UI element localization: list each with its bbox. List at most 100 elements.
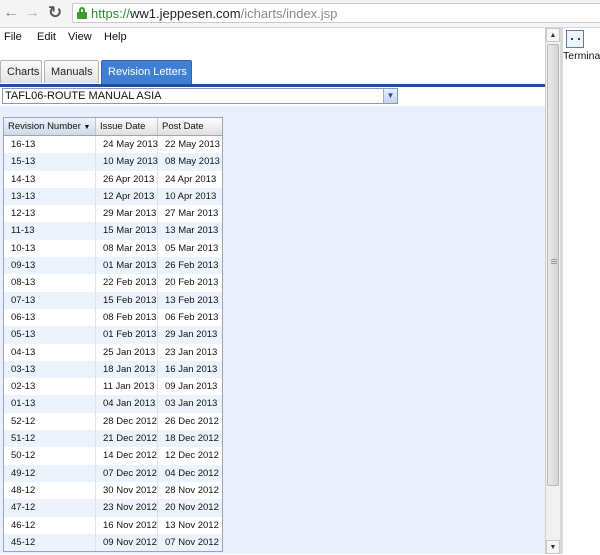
cell-revision-number: 09-13: [4, 257, 96, 275]
table-row[interactable]: 51-12 21 Dec 2012 18 Dec 2012: [4, 430, 222, 448]
scroll-down-icon[interactable]: ▼: [546, 540, 560, 554]
table-row[interactable]: 10-13 08 Mar 2013 05 Mar 2013: [4, 239, 222, 258]
table-row[interactable]: 49-12 07 Dec 2012 04 Dec 2012: [4, 464, 222, 482]
cell-post-date: 26 Dec 2012: [165, 415, 219, 427]
expand-panel-icon[interactable]: [566, 30, 584, 48]
forward-arrow-icon[interactable]: →: [23, 4, 41, 22]
column-header-issue-date[interactable]: Issue Date: [96, 118, 158, 135]
right-panel-label: Terminal: [563, 50, 600, 62]
cell-revision-number: 12-13: [4, 205, 96, 223]
sort-desc-icon: ▼: [83, 124, 91, 131]
menu-bar: File Edit View Help: [0, 28, 545, 48]
right-panel: Terminal: [563, 28, 600, 554]
table-row[interactable]: 08-13 22 Feb 2013 20 Feb 2013: [4, 274, 222, 292]
cell-post-date: 12 Dec 2012: [165, 450, 219, 462]
table-row[interactable]: 07-13 15 Feb 2013 13 Feb 2013: [4, 291, 222, 309]
column-header-post-date[interactable]: Post Date: [158, 118, 222, 135]
cell-revision-number: 52-12: [4, 412, 96, 431]
table-row[interactable]: 06-13 08 Feb 2013 06 Feb 2013: [4, 308, 222, 327]
cell-issue-date: 29 Mar 2013: [96, 205, 158, 223]
cell-issue-date: 25 Jan 2013: [96, 343, 158, 361]
cell-post-date: 28 Nov 2012: [165, 484, 219, 496]
cell-post-date: 13 Nov 2012: [165, 519, 219, 531]
cell-revision-number: 02-13: [4, 378, 96, 396]
cell-revision-number: 03-13: [4, 360, 96, 379]
scrollbar-thumb[interactable]: [547, 44, 559, 486]
menu-view[interactable]: View: [68, 31, 92, 43]
browser-toolbar: ← → ↻ https://ww1.jeppesen.com/icharts/i…: [0, 0, 600, 28]
cell-issue-date: 08 Feb 2013: [96, 308, 158, 327]
table-row[interactable]: 04-13 25 Jan 2013 23 Jan 2013: [4, 343, 222, 361]
table-row[interactable]: 14-13 26 Apr 2013 24 Apr 2013: [4, 170, 222, 188]
cell-issue-date: 07 Dec 2012: [96, 464, 158, 482]
cell-revision-number: 08-13: [4, 274, 96, 292]
table-row[interactable]: 50-12 14 Dec 2012 12 Dec 2012: [4, 447, 222, 465]
manual-select-value: TAFL06-ROUTE MANUAL ASIA: [5, 90, 162, 102]
cell-revision-number: 48-12: [4, 481, 96, 500]
cell-issue-date: 26 Apr 2013: [96, 170, 158, 188]
table-row[interactable]: 13-13 12 Apr 2013 10 Apr 2013: [4, 187, 222, 206]
table-row[interactable]: 52-12 28 Dec 2012 26 Dec 2012: [4, 412, 222, 431]
cell-issue-date: 09 Nov 2012: [96, 533, 158, 552]
back-arrow-icon[interactable]: ←: [2, 4, 20, 22]
chevron-down-icon[interactable]: ▼: [383, 89, 397, 103]
table-row[interactable]: 46-12 16 Nov 2012 13 Nov 2012: [4, 516, 222, 534]
cell-post-date: 03 Jan 2013: [165, 398, 218, 410]
revision-table: Revision Number ▼ Issue Date Post Date 1…: [3, 117, 223, 553]
table-row[interactable]: 03-13 18 Jan 2013 16 Jan 2013: [4, 360, 222, 379]
cell-issue-date: 28 Dec 2012: [96, 412, 158, 431]
menu-edit[interactable]: Edit: [37, 31, 56, 43]
column-header-revision-number[interactable]: Revision Number ▼: [4, 118, 96, 135]
menu-file[interactable]: File: [4, 31, 22, 43]
manual-select[interactable]: TAFL06-ROUTE MANUAL ASIA ▼: [2, 88, 398, 104]
table-row[interactable]: 02-13 11 Jan 2013 09 Jan 2013: [4, 378, 222, 396]
cell-post-date: 27 Mar 2013: [165, 208, 219, 220]
table-row[interactable]: 11-13 15 Mar 2013 13 Mar 2013: [4, 222, 222, 240]
cell-issue-date: 12 Apr 2013: [96, 187, 158, 206]
url-text[interactable]: https://ww1.jeppesen.com/icharts/index.j…: [91, 6, 337, 21]
cell-revision-number: 47-12: [4, 499, 96, 517]
cell-revision-number: 51-12: [4, 430, 96, 448]
cell-issue-date: 11 Jan 2013: [96, 378, 158, 396]
table-row[interactable]: 01-13 04 Jan 2013 03 Jan 2013: [4, 395, 222, 413]
cell-post-date: 16 Jan 2013: [165, 363, 218, 375]
cell-post-date: 26 Feb 2013: [165, 260, 219, 272]
table-row[interactable]: 45-12 09 Nov 2012 07 Nov 2012: [4, 533, 222, 552]
url-path: /icharts/index.jsp: [240, 6, 338, 21]
cell-revision-number: 10-13: [4, 239, 96, 258]
table-row[interactable]: 05-13 01 Feb 2013 29 Jan 2013: [4, 326, 222, 344]
cell-issue-date: 23 Nov 2012: [96, 499, 158, 517]
cell-revision-number: 06-13: [4, 308, 96, 327]
cell-issue-date: 10 May 2013: [96, 153, 158, 171]
cell-revision-number: 01-13: [4, 395, 96, 413]
cell-post-date: 22 May 2013: [165, 139, 220, 150]
cell-issue-date: 24 May 2013: [96, 136, 158, 154]
cell-revision-number: 49-12: [4, 464, 96, 482]
cell-issue-date: 18 Jan 2013: [96, 360, 158, 379]
cell-revision-number: 05-13: [4, 326, 96, 344]
cell-revision-number: 50-12: [4, 447, 96, 465]
tab-revision-letters[interactable]: Revision Letters: [101, 60, 192, 84]
address-bar[interactable]: https://ww1.jeppesen.com/icharts/index.j…: [72, 3, 600, 23]
reload-icon[interactable]: ↻: [46, 4, 64, 22]
table-header: Revision Number ▼ Issue Date Post Date: [4, 118, 222, 136]
url-host: ww1.jeppesen.com: [130, 6, 241, 21]
cell-issue-date: 30 Nov 2012: [96, 481, 158, 500]
tab-charts[interactable]: Charts: [0, 60, 42, 83]
tab-manuals[interactable]: Manuals: [44, 60, 99, 83]
vertical-scrollbar[interactable]: ▲ ▼: [545, 28, 560, 554]
main-panel: File Edit View Help Charts Manuals Revis…: [0, 28, 545, 554]
table-row[interactable]: 16-13 24 May 2013 22 May 2013: [4, 136, 222, 154]
menu-help[interactable]: Help: [104, 31, 127, 43]
table-row[interactable]: 47-12 23 Nov 2012 20 Nov 2012: [4, 499, 222, 517]
cell-revision-number: 13-13: [4, 187, 96, 206]
cell-issue-date: 15 Feb 2013: [96, 291, 158, 309]
cell-issue-date: 16 Nov 2012: [96, 516, 158, 534]
table-row[interactable]: 15-13 10 May 2013 08 May 2013: [4, 153, 222, 171]
table-row[interactable]: 12-13 29 Mar 2013 27 Mar 2013: [4, 205, 222, 223]
table-row[interactable]: 48-12 30 Nov 2012 28 Nov 2012: [4, 481, 222, 500]
cell-issue-date: 14 Dec 2012: [96, 447, 158, 465]
table-row[interactable]: 09-13 01 Mar 2013 26 Feb 2013: [4, 257, 222, 275]
scroll-up-icon[interactable]: ▲: [546, 28, 560, 42]
tab-underline: [0, 84, 545, 87]
